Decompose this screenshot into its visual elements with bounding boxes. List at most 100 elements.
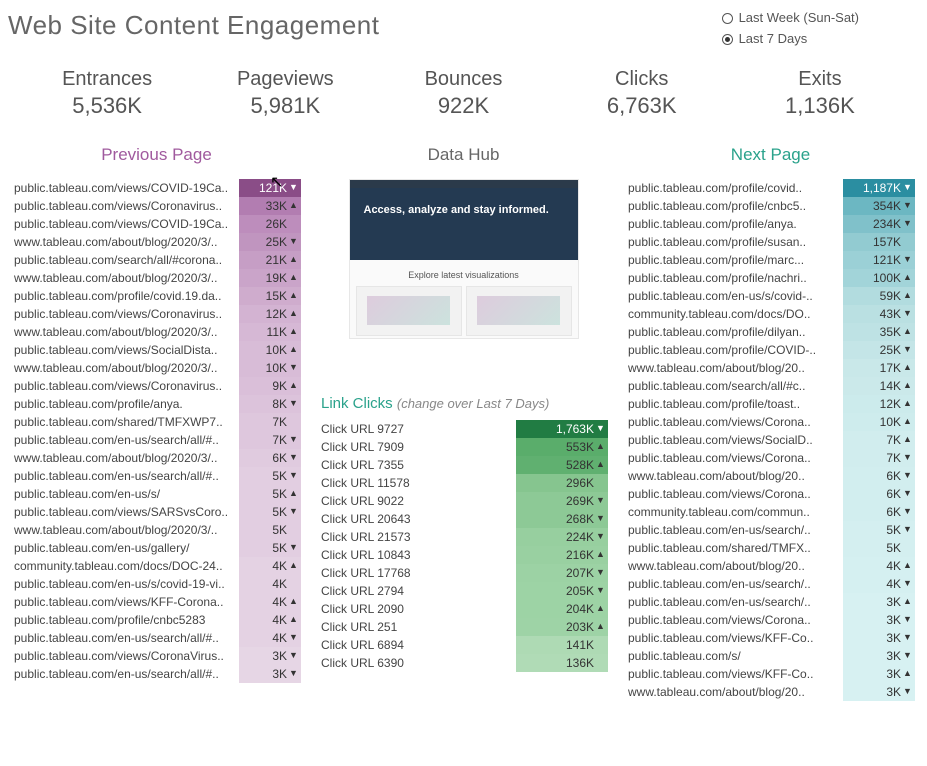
arrow-up-icon: ▲ <box>289 327 297 336</box>
table-row[interactable]: Click URL 9022269K▼ <box>319 492 608 510</box>
table-row[interactable]: community.tableau.com/docs/DO..43K▼ <box>626 305 915 323</box>
table-row[interactable]: Click URL 97271,763K▼ <box>319 420 608 438</box>
arrow-up-icon: ▲ <box>903 363 911 372</box>
table-row[interactable]: Click URL 21573224K▼ <box>319 528 608 546</box>
table-row[interactable]: Click URL 2090204K▲ <box>319 600 608 618</box>
row-value: 4K <box>239 575 301 593</box>
table-row[interactable]: public.tableau.com/views/COVID-19Ca..26K <box>12 215 301 233</box>
table-row[interactable]: public.tableau.com/profile/dilyan..35K▲ <box>626 323 915 341</box>
table-row[interactable]: public.tableau.com/en-us/s/covid-19-vi..… <box>12 575 301 593</box>
row-value: 3K▼ <box>239 665 301 683</box>
table-row[interactable]: www.tableau.com/about/blog/20..6K▼ <box>626 467 915 485</box>
table-row[interactable]: public.tableau.com/profile/anya.234K▼ <box>626 215 915 233</box>
table-row[interactable]: public.tableau.com/views/Coronavirus..33… <box>12 197 301 215</box>
row-value: 6K▼ <box>843 485 915 503</box>
period-option-last-week[interactable]: Last Week (Sun-Sat) <box>722 8 859 29</box>
table-row[interactable]: public.tableau.com/en-us/search/all/#..3… <box>12 665 301 683</box>
table-row[interactable]: public.tableau.com/profile/cnbc5..354K▼ <box>626 197 915 215</box>
table-row[interactable]: community.tableau.com/docs/DOC-24..4K▲ <box>12 557 301 575</box>
table-row[interactable]: community.tableau.com/commun..6K▼ <box>626 503 915 521</box>
table-row[interactable]: Click URL 7355528K▲ <box>319 456 608 474</box>
row-value: 11K▲ <box>239 323 301 341</box>
table-row[interactable]: www.tableau.com/about/blog/2020/3/..11K▲ <box>12 323 301 341</box>
table-row[interactable]: public.tableau.com/views/KFF-Corona..4K▲ <box>12 593 301 611</box>
table-row[interactable]: public.tableau.com/en-us/s/5K▲ <box>12 485 301 503</box>
table-row[interactable]: public.tableau.com/search/all/#corona..2… <box>12 251 301 269</box>
table-row[interactable]: public.tableau.com/views/Corona..10K▲ <box>626 413 915 431</box>
table-row[interactable]: public.tableau.com/views/SARSvsCoro..5K▼ <box>12 503 301 521</box>
row-value: 216K▲ <box>516 546 608 564</box>
table-row[interactable]: www.tableau.com/about/blog/20..4K▲ <box>626 557 915 575</box>
table-row[interactable]: Click URL 251203K▲ <box>319 618 608 636</box>
table-row[interactable]: public.tableau.com/profile/cnbc52834K▲ <box>12 611 301 629</box>
table-row[interactable]: public.tableau.com/profile/susan..157K <box>626 233 915 251</box>
table-row[interactable]: www.tableau.com/about/blog/2020/3/..25K▼ <box>12 233 301 251</box>
row-label: www.tableau.com/about/blog/2020/3/.. <box>12 359 239 377</box>
table-row[interactable]: public.tableau.com/views/KFF-Co..3K▼ <box>626 629 915 647</box>
period-option-last-7-days[interactable]: Last 7 Days <box>722 29 859 50</box>
next-page-heading: Next Page <box>626 145 915 165</box>
row-label: public.tableau.com/profile/dilyan.. <box>626 323 843 341</box>
table-row[interactable]: www.tableau.com/about/blog/20..17K▲ <box>626 359 915 377</box>
row-label: Click URL 17768 <box>319 564 516 582</box>
table-row[interactable]: Click URL 20643268K▼ <box>319 510 608 528</box>
table-row[interactable]: public.tableau.com/en-us/search/..3K▲ <box>626 593 915 611</box>
table-row[interactable]: public.tableau.com/profile/covid..1,187K… <box>626 179 915 197</box>
table-row[interactable]: public.tableau.com/en-us/search/..5K▼ <box>626 521 915 539</box>
table-row[interactable]: public.tableau.com/search/all/#c..14K▲ <box>626 377 915 395</box>
table-row[interactable]: www.tableau.com/about/blog/20..3K▼ <box>626 683 915 701</box>
table-row[interactable]: Click URL 6894141K <box>319 636 608 654</box>
table-row[interactable]: public.tableau.com/shared/TMFX..5K <box>626 539 915 557</box>
row-value: 3K▼ <box>843 611 915 629</box>
table-row[interactable]: public.tableau.com/views/Coronavirus..12… <box>12 305 301 323</box>
row-value: 4K▼ <box>239 629 301 647</box>
table-row[interactable]: public.tableau.com/views/COVID-19Ca..121… <box>12 179 301 197</box>
table-row[interactable]: public.tableau.com/shared/TMFXWP7..7K <box>12 413 301 431</box>
table-row[interactable]: public.tableau.com/en-us/gallery/5K▼ <box>12 539 301 557</box>
table-row[interactable]: Click URL 6390136K <box>319 654 608 672</box>
table-row[interactable]: Click URL 7909553K▲ <box>319 438 608 456</box>
link-clicks-label: Link Clicks <box>321 395 393 412</box>
table-row[interactable]: public.tableau.com/views/SocialD..7K▲ <box>626 431 915 449</box>
table-row[interactable]: www.tableau.com/about/blog/2020/3/..6K▼ <box>12 449 301 467</box>
table-row[interactable]: Click URL 17768207K▼ <box>319 564 608 582</box>
table-row[interactable]: Click URL 10843216K▲ <box>319 546 608 564</box>
table-row[interactable]: www.tableau.com/about/blog/2020/3/..5K <box>12 521 301 539</box>
row-value: 296K <box>516 474 608 492</box>
table-row[interactable]: public.tableau.com/s/3K▼ <box>626 647 915 665</box>
table-row[interactable]: public.tableau.com/views/Coronavirus..9K… <box>12 377 301 395</box>
row-label: public.tableau.com/views/KFF-Co.. <box>626 665 843 683</box>
kpi-value: 6,763K <box>553 93 731 119</box>
table-row[interactable]: public.tableau.com/profile/marc...121K▼ <box>626 251 915 269</box>
table-row[interactable]: public.tableau.com/profile/covid.19.da..… <box>12 287 301 305</box>
arrow-down-icon: ▼ <box>289 507 297 516</box>
table-row[interactable]: public.tableau.com/views/KFF-Co..3K▲ <box>626 665 915 683</box>
table-row[interactable]: www.tableau.com/about/blog/2020/3/..19K▲ <box>12 269 301 287</box>
table-row[interactable]: public.tableau.com/views/Corona..7K▼ <box>626 449 915 467</box>
table-row[interactable]: public.tableau.com/views/SocialDista..10… <box>12 341 301 359</box>
table-row[interactable]: public.tableau.com/views/Corona..6K▼ <box>626 485 915 503</box>
table-row[interactable]: public.tableau.com/profile/COVID-..25K▼ <box>626 341 915 359</box>
arrow-down-icon: ▼ <box>903 579 911 588</box>
table-row[interactable]: public.tableau.com/en-us/search/..4K▼ <box>626 575 915 593</box>
row-value: 12K▲ <box>843 395 915 413</box>
table-row[interactable]: public.tableau.com/profile/nachri..100K▲ <box>626 269 915 287</box>
table-row[interactable]: Click URL 2794205K▼ <box>319 582 608 600</box>
table-row[interactable]: Click URL 11578296K <box>319 474 608 492</box>
data-hub-preview[interactable]: Access, analyze and stay informed. Explo… <box>349 179 579 339</box>
table-row[interactable]: public.tableau.com/en-us/search/all/#..7… <box>12 431 301 449</box>
table-row[interactable]: public.tableau.com/views/CoronaVirus..3K… <box>12 647 301 665</box>
arrow-up-icon: ▲ <box>289 489 297 498</box>
table-row[interactable]: public.tableau.com/views/Corona..3K▼ <box>626 611 915 629</box>
table-row[interactable]: public.tableau.com/en-us/search/all/#..4… <box>12 629 301 647</box>
table-row[interactable]: public.tableau.com/profile/anya.8K▼ <box>12 395 301 413</box>
table-row[interactable]: public.tableau.com/en-us/search/all/#..5… <box>12 467 301 485</box>
row-label: public.tableau.com/profile/marc... <box>626 251 843 269</box>
table-row[interactable]: www.tableau.com/about/blog/2020/3/..10K▼ <box>12 359 301 377</box>
arrow-down-icon: ▼ <box>596 532 604 541</box>
table-row[interactable]: public.tableau.com/en-us/s/covid-..59K▲ <box>626 287 915 305</box>
table-row[interactable]: public.tableau.com/profile/toast..12K▲ <box>626 395 915 413</box>
arrow-up-icon: ▲ <box>289 597 297 606</box>
row-label: community.tableau.com/commun.. <box>626 503 843 521</box>
row-value: 269K▼ <box>516 492 608 510</box>
